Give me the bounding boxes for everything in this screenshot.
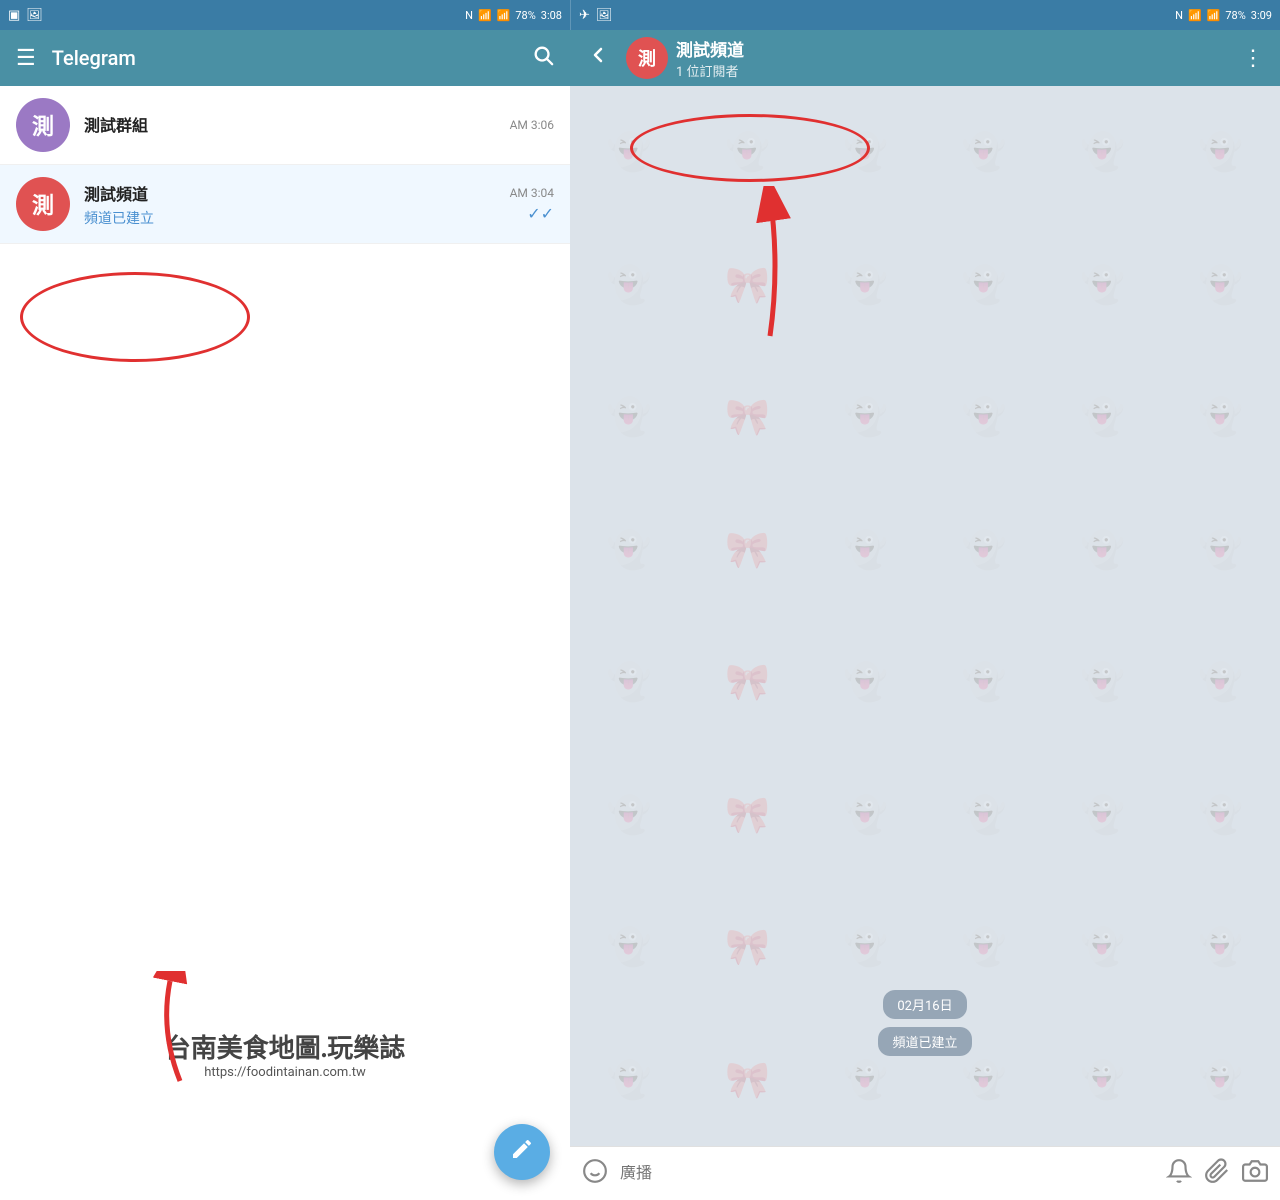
nfc-icon-right: N [1175,9,1183,22]
photo-icon-right: 🖼 [596,8,613,23]
camera-button[interactable] [1242,1158,1268,1190]
chat-background [570,86,1280,1146]
chat-meta-group: AM 3:06 [510,118,554,132]
telegram-icon-right: ✈ [579,8,590,23]
chat-time-channel: AM 3:04 [510,186,554,200]
notify-button[interactable] [1166,1158,1192,1190]
date-badge-container: 02月16日 頻道已建立 [570,990,1280,1056]
chat-name-channel: 測試頻道 [84,181,502,205]
chat-item-channel[interactable]: 測 測試頻道 頻道已建立 AM 3:04 ✓✓ [0,165,570,244]
status-bar-right: ✈ 🖼 N 📶 📶 78% 3:09 [570,0,1280,30]
channel-subscribers: 1 位訂閱者 [676,61,1226,80]
read-check-channel: ✓✓ [527,204,554,223]
chat-item-group[interactable]: 測 測試群組 AM 3:06 [0,86,570,165]
avatar-channel: 測 [16,177,70,231]
panels: ☰ Telegram 測 測試群組 AM 3: [0,30,1280,1200]
status-bar-container: ▣ 🖼 N 📶 📶 78% 3:08 ✈ 🖼 N 📶 📶 78% 3:09 [0,0,1280,30]
bottom-bar [570,1146,1280,1200]
time-right: 3:09 [1251,9,1272,22]
avatar-group: 測 [16,98,70,152]
status-bar-left: ▣ 🖼 N 📶 📶 78% 3:08 [0,0,570,30]
wifi-icon-left: 📶 [478,9,492,22]
time-left: 3:08 [541,9,562,22]
status-icons-left: N 📶 📶 78% 3:08 [465,9,562,22]
chat-info-channel: 測試頻道 頻道已建立 [84,181,502,228]
left-panel: ☰ Telegram 測 測試群組 AM 3: [0,30,570,1200]
channel-avatar: 測 [626,37,668,79]
more-button[interactable]: ⋮ [1234,38,1272,79]
back-button[interactable] [578,35,618,81]
right-panel: 測 測試頻道 1 位訂閱者 ⋮ 👻 👻 👻 👻 👻 👻 👻 🎀 👻 [570,30,1280,1200]
chat-info-group: 測試群組 [84,112,502,139]
date-badge: 02月16日 [883,990,966,1019]
channel-info: 測試頻道 1 位訂閱者 [676,36,1226,80]
channel-name: 測試頻道 [676,36,1226,61]
compose-icon [510,1137,534,1167]
chat-area: 👻 👻 👻 👻 👻 👻 👻 🎀 👻 👻 👻 👻 👻 🎀 👻 👻 👻 👻 👻 [570,86,1280,1146]
status-icons-right: N 📶 📶 78% 3:09 [1175,9,1272,22]
chat-list: 測 測試群組 AM 3:06 測 測試頻道 頻道已建立 [0,86,570,1200]
app-icon-left: ▣ [8,8,20,23]
photo-icon-left: 🖼 [26,8,43,23]
message-input[interactable] [620,1165,1154,1183]
battery-left: 78% [515,9,535,22]
menu-icon[interactable]: ☰ [16,46,36,71]
signal-icon-right: 📶 [1207,9,1221,22]
right-toolbar: 測 測試頻道 1 位訂閱者 ⋮ [570,30,1280,86]
chat-time-group: AM 3:06 [510,118,554,132]
chat-meta-channel: AM 3:04 ✓✓ [510,186,554,223]
emoji-button[interactable] [582,1158,608,1190]
battery-right: 78% [1225,9,1245,22]
chat-preview-channel: 頻道已建立 [84,208,502,228]
search-icon[interactable] [532,44,554,72]
nfc-icon-left: N [465,9,473,22]
compose-fab[interactable] [494,1124,550,1180]
channel-created-badge: 頻道已建立 [878,1027,971,1056]
signal-icon-left: 📶 [497,9,511,22]
left-toolbar: ☰ Telegram [0,30,570,86]
wifi-icon-right: 📶 [1188,9,1202,22]
attach-button[interactable] [1204,1158,1230,1190]
chat-name-group: 測試群組 [84,112,502,136]
app-title: Telegram [52,46,516,70]
